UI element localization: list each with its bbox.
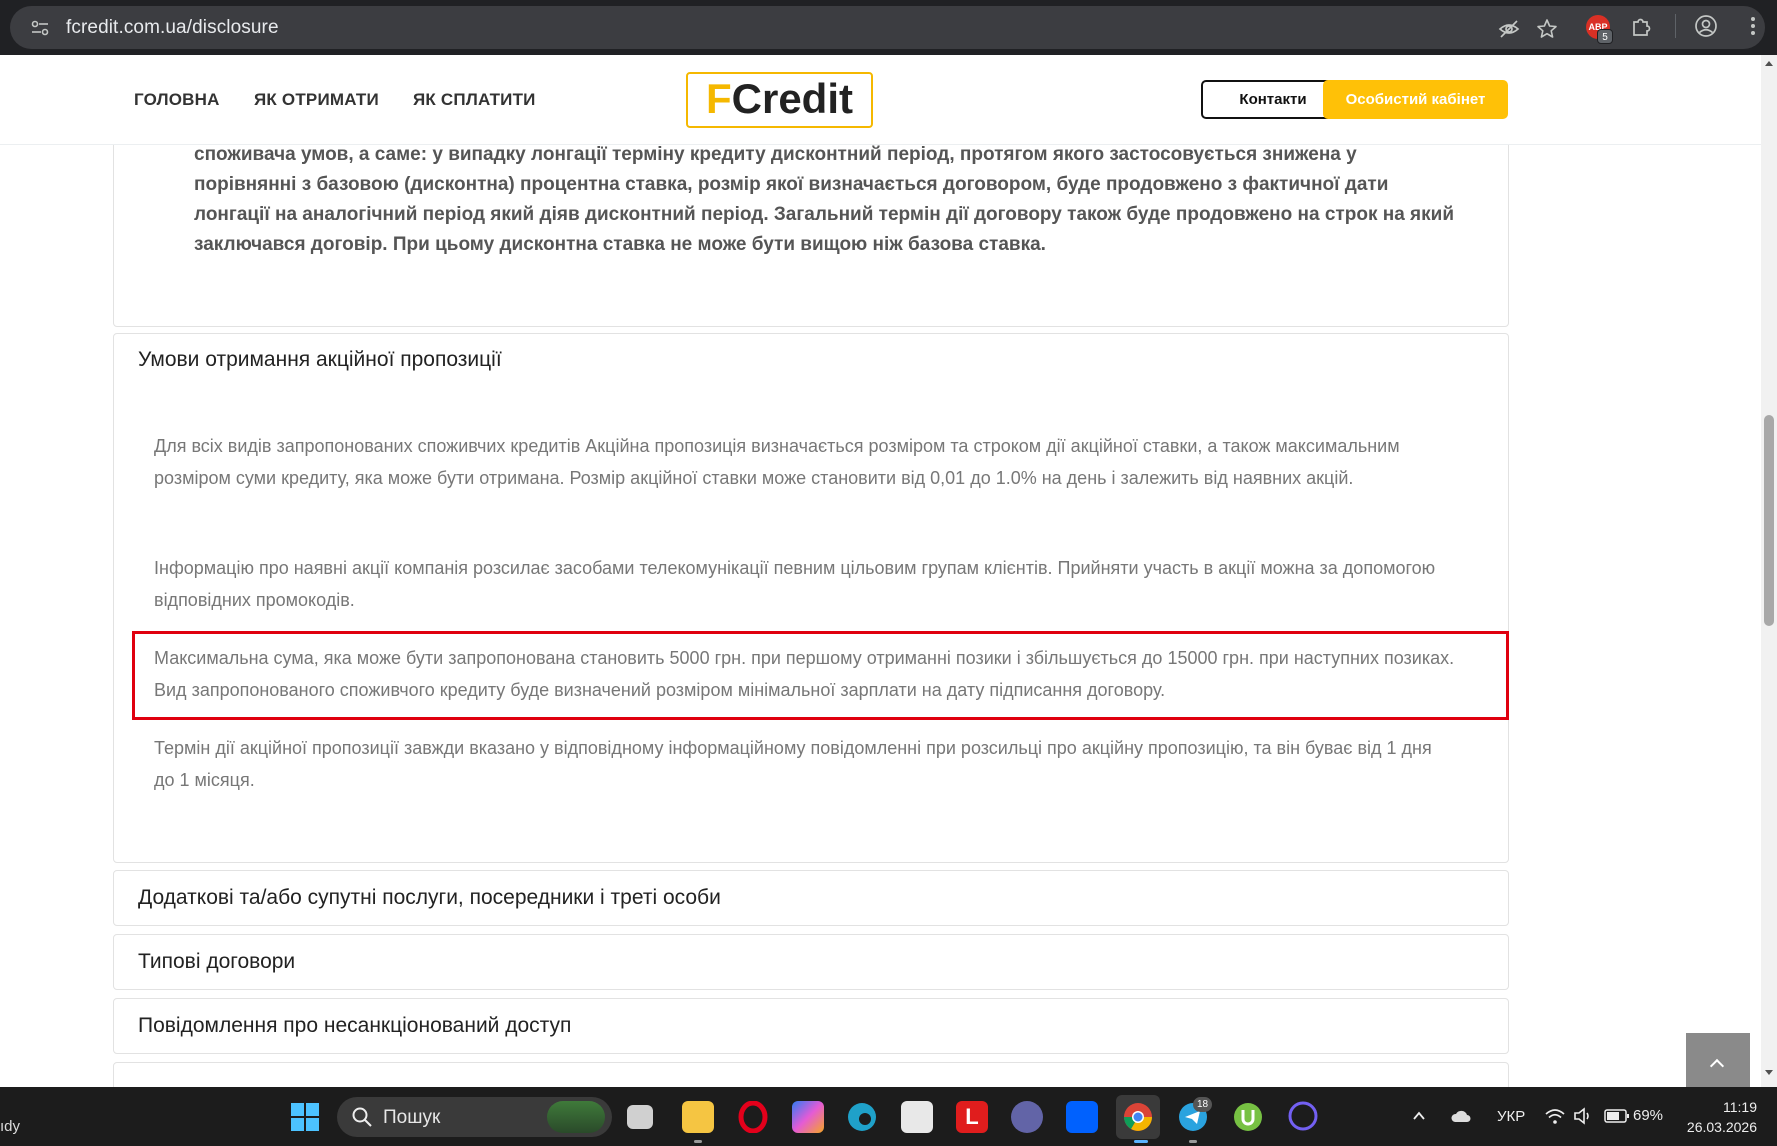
accordion-standard-contracts-title: Типові договори xyxy=(138,950,296,973)
nav-how-to-get-link[interactable]: ЯК ОТРИМАТИ xyxy=(254,90,379,110)
previous-section-text: споживача умов, а саме: у випадку лонгац… xyxy=(194,144,1455,255)
taskbar-search[interactable]: Пошук xyxy=(337,1097,612,1137)
chrome-menu-icon[interactable] xyxy=(1741,14,1765,38)
toolbar-divider xyxy=(1675,14,1676,38)
eye-off-icon[interactable] xyxy=(1498,18,1520,40)
highlight-annotation-box xyxy=(132,631,1509,720)
accordion-next-item-cut[interactable] xyxy=(113,1062,1509,1087)
fcredit-logo[interactable]: FCredit xyxy=(686,72,873,128)
site-header: ГОЛОВНА ЯК ОТРИМАТИ ЯК СПЛАТИТИ FCredit … xyxy=(0,55,1761,145)
promo-paragraph-4: Термін дії акційної пропозиції завжди вк… xyxy=(154,738,1432,790)
dropbox-icon[interactable] xyxy=(1066,1101,1098,1133)
l-app-icon[interactable]: L xyxy=(956,1101,988,1133)
extension-count-badge: 5 xyxy=(1597,29,1613,44)
address-bar[interactable]: fcredit.com.ua/disclosure xyxy=(10,6,1765,49)
page-scrollbar[interactable] xyxy=(1761,55,1777,1087)
show-hidden-icons-chevron-icon[interactable] xyxy=(1412,1109,1426,1123)
teams-icon[interactable] xyxy=(1011,1101,1043,1133)
nav-how-to-pay-link[interactable]: ЯК СПЛАТИТИ xyxy=(413,90,536,110)
utorrent-icon[interactable] xyxy=(1232,1101,1264,1133)
accordion-unauthorized-access[interactable]: Повідомлення про несанкціонований доступ xyxy=(113,998,1509,1054)
back-to-top-button[interactable] xyxy=(1686,1033,1750,1087)
copilot-icon[interactable] xyxy=(792,1101,824,1133)
telegram-unread-badge: 18 xyxy=(1193,1097,1213,1112)
battery-percent: 69% xyxy=(1633,1107,1664,1124)
scroll-up-arrow-icon[interactable] xyxy=(1765,61,1773,66)
scroll-down-arrow-icon[interactable] xyxy=(1765,1070,1773,1075)
promo-conditions-title[interactable]: Умови отримання акційної пропозиції xyxy=(138,348,502,372)
page-viewport: ГОЛОВНА ЯК ОТРИМАТИ ЯК СПЛАТИТИ FCredit … xyxy=(0,55,1761,1087)
url-text[interactable]: fcredit.com.ua/disclosure xyxy=(66,17,279,39)
search-placeholder: Пошук xyxy=(383,1107,441,1128)
windows-start-icon[interactable] xyxy=(291,1103,319,1131)
taskbar-widget-text[interactable]: ıdy xyxy=(0,1118,20,1135)
task-view-icon[interactable] xyxy=(627,1105,653,1129)
site-info-icon[interactable] xyxy=(30,19,50,37)
opera-icon[interactable] xyxy=(737,1101,769,1133)
nav-home-link[interactable]: ГОЛОВНА xyxy=(134,90,220,110)
chrome-icon[interactable] xyxy=(1122,1101,1154,1133)
promo-paragraph-1: Для всіх видів запропонованих споживчих … xyxy=(154,436,1400,488)
language-indicator[interactable]: УКР xyxy=(1497,1108,1525,1125)
accordion-additional-services[interactable]: Додаткові та/або супутні послуги, посере… xyxy=(113,870,1509,926)
accordion-unauthorized-access-title: Повідомлення про несанкціонований доступ xyxy=(138,1014,572,1037)
accordion-additional-services-title: Додаткові та/або супутні послуги, посере… xyxy=(138,886,721,909)
logo-letter-f: F xyxy=(705,75,732,122)
wifi-icon[interactable] xyxy=(1545,1107,1565,1125)
edge-icon[interactable] xyxy=(846,1101,878,1133)
clock-time: 11:19 xyxy=(1723,1099,1757,1115)
chrome-running-indicator xyxy=(1134,1140,1148,1143)
telegram-running-indicator xyxy=(1189,1140,1197,1143)
search-highlight-image xyxy=(547,1101,605,1133)
clock-date: 26.03.2026 xyxy=(1686,1119,1757,1135)
bookmark-star-icon[interactable] xyxy=(1536,18,1558,40)
file-explorer-running-indicator xyxy=(694,1140,702,1143)
viber-icon[interactable] xyxy=(1287,1101,1319,1133)
accordion-standard-contracts[interactable]: Типові договори xyxy=(113,934,1509,990)
onedrive-cloud-icon[interactable] xyxy=(1450,1107,1472,1125)
microsoft-store-icon[interactable] xyxy=(901,1101,933,1133)
search-icon xyxy=(352,1107,372,1127)
logo-word: Credit xyxy=(731,75,853,122)
extensions-puzzle-icon[interactable] xyxy=(1630,14,1654,38)
taskbar-clock[interactable]: 11:19 26.03.2026 xyxy=(1682,1097,1757,1137)
chevron-up-icon xyxy=(1709,1058,1725,1074)
volume-icon[interactable] xyxy=(1573,1107,1593,1125)
windows-taskbar: ıdy Пошук L 18 УКР 69% 11:19 26.03.2026 xyxy=(0,1087,1777,1146)
browser-toolbar: fcredit.com.ua/disclosure ABP 5 xyxy=(0,0,1777,55)
profile-avatar-icon[interactable] xyxy=(1694,14,1718,38)
promo-paragraph-2: Інформацію про наявні акції компанія роз… xyxy=(154,558,1436,610)
personal-cabinet-button[interactable]: Особистий кабінет xyxy=(1323,80,1508,119)
scrollbar-thumb[interactable] xyxy=(1764,415,1774,626)
battery-icon[interactable] xyxy=(1604,1108,1630,1124)
file-explorer-icon[interactable] xyxy=(682,1101,714,1133)
